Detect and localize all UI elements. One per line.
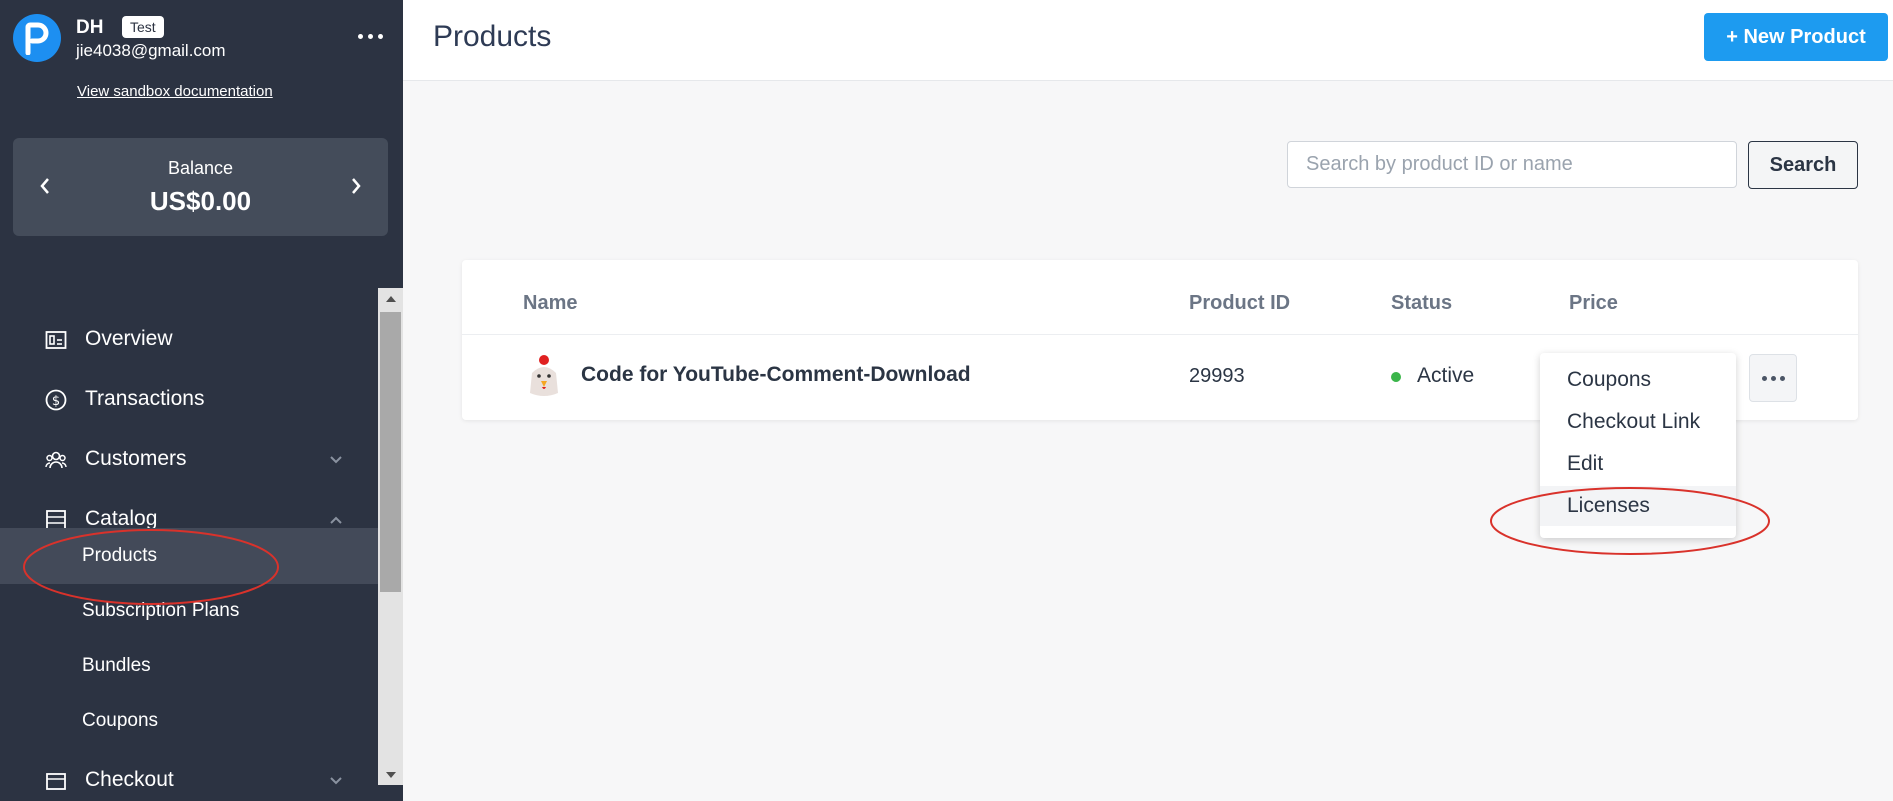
- sidebar-item-label: Products: [82, 545, 157, 566]
- sidebar: DH Test jie4038@gmail.com View sandbox d…: [0, 0, 403, 801]
- balance-card: Balance US$0.00: [13, 138, 388, 236]
- search-input[interactable]: [1287, 141, 1737, 188]
- menu-item-edit[interactable]: Edit: [1540, 444, 1736, 484]
- sidebar-item-label: Subscription Plans: [82, 600, 240, 621]
- account-menu-icon[interactable]: [355, 26, 385, 46]
- menu-item-checkout-link[interactable]: Checkout Link: [1540, 402, 1736, 442]
- row-actions-dropdown: Coupons Checkout Link Edit Licenses: [1540, 353, 1736, 538]
- nav-label-transactions: Transactions: [85, 387, 205, 410]
- svg-text:$: $: [52, 394, 60, 409]
- user-email: jie4038@gmail.com: [76, 41, 226, 60]
- nav-label-customers: Customers: [85, 447, 187, 470]
- column-header-product-id: Product ID: [1189, 292, 1291, 314]
- chevron-down-icon[interactable]: [328, 452, 344, 468]
- nav-item-transactions[interactable]: $ Transactions: [0, 376, 378, 422]
- row-actions-menu-button[interactable]: [1749, 354, 1797, 402]
- nav-item-customers[interactable]: Customers: [0, 436, 378, 482]
- product-name[interactable]: Code for YouTube-Comment-Download: [581, 363, 971, 387]
- chevron-up-icon[interactable]: [328, 512, 344, 528]
- status-badge: Active: [1417, 364, 1475, 387]
- page-title: Products: [433, 20, 552, 53]
- sidebar-item-subscription-plans[interactable]: Subscription Plans: [0, 583, 378, 639]
- paddle-logo[interactable]: [13, 14, 61, 62]
- chevron-down-icon[interactable]: [328, 773, 344, 789]
- page-header: Products + New Product: [403, 0, 1893, 81]
- chicken-icon: [530, 355, 558, 396]
- sidebar-item-products[interactable]: Products: [0, 528, 378, 584]
- column-header-price: Price: [1569, 292, 1618, 314]
- status-active-dot: [1391, 372, 1401, 382]
- sidebar-item-bundles[interactable]: Bundles: [0, 638, 378, 694]
- column-header-name: Name: [523, 292, 578, 314]
- sidebar-item-label: Coupons: [82, 710, 159, 731]
- nav-label-checkout: Checkout: [85, 768, 174, 791]
- column-header-status: Status: [1391, 292, 1453, 314]
- user-initials: DH: [76, 17, 104, 38]
- test-mode-badge: Test: [122, 16, 164, 38]
- scroll-up-arrow-icon[interactable]: [378, 288, 403, 308]
- nav-item-checkout[interactable]: Checkout: [0, 757, 378, 801]
- scrollbar-thumb[interactable]: [380, 312, 401, 592]
- menu-item-coupons[interactable]: Coupons: [1540, 360, 1736, 400]
- sidebar-scrollbar[interactable]: [378, 288, 403, 785]
- balance-value: US$0.00: [149, 186, 252, 216]
- checkout-icon: [46, 773, 66, 790]
- new-product-button[interactable]: + New Product: [1704, 13, 1888, 61]
- menu-item-licenses[interactable]: Licenses: [1540, 486, 1736, 526]
- nav-item-overview[interactable]: Overview: [0, 316, 378, 362]
- overview-icon: [45, 331, 67, 349]
- product-id: 29993: [1189, 365, 1245, 387]
- scroll-down-arrow-icon[interactable]: [378, 765, 403, 785]
- dollar-circle-icon: $: [45, 389, 67, 411]
- sidebar-item-coupons[interactable]: Coupons: [0, 693, 378, 749]
- nav-label-overview: Overview: [85, 327, 173, 350]
- users-icon: [45, 451, 67, 469]
- row-divider: [462, 334, 1858, 335]
- sandbox-docs-link[interactable]: View sandbox documentation: [77, 83, 273, 100]
- sidebar-item-label: Bundles: [82, 655, 151, 676]
- balance-label: Balance: [167, 158, 234, 178]
- chevron-right-icon[interactable]: [344, 174, 368, 198]
- search-button[interactable]: Search: [1748, 141, 1858, 189]
